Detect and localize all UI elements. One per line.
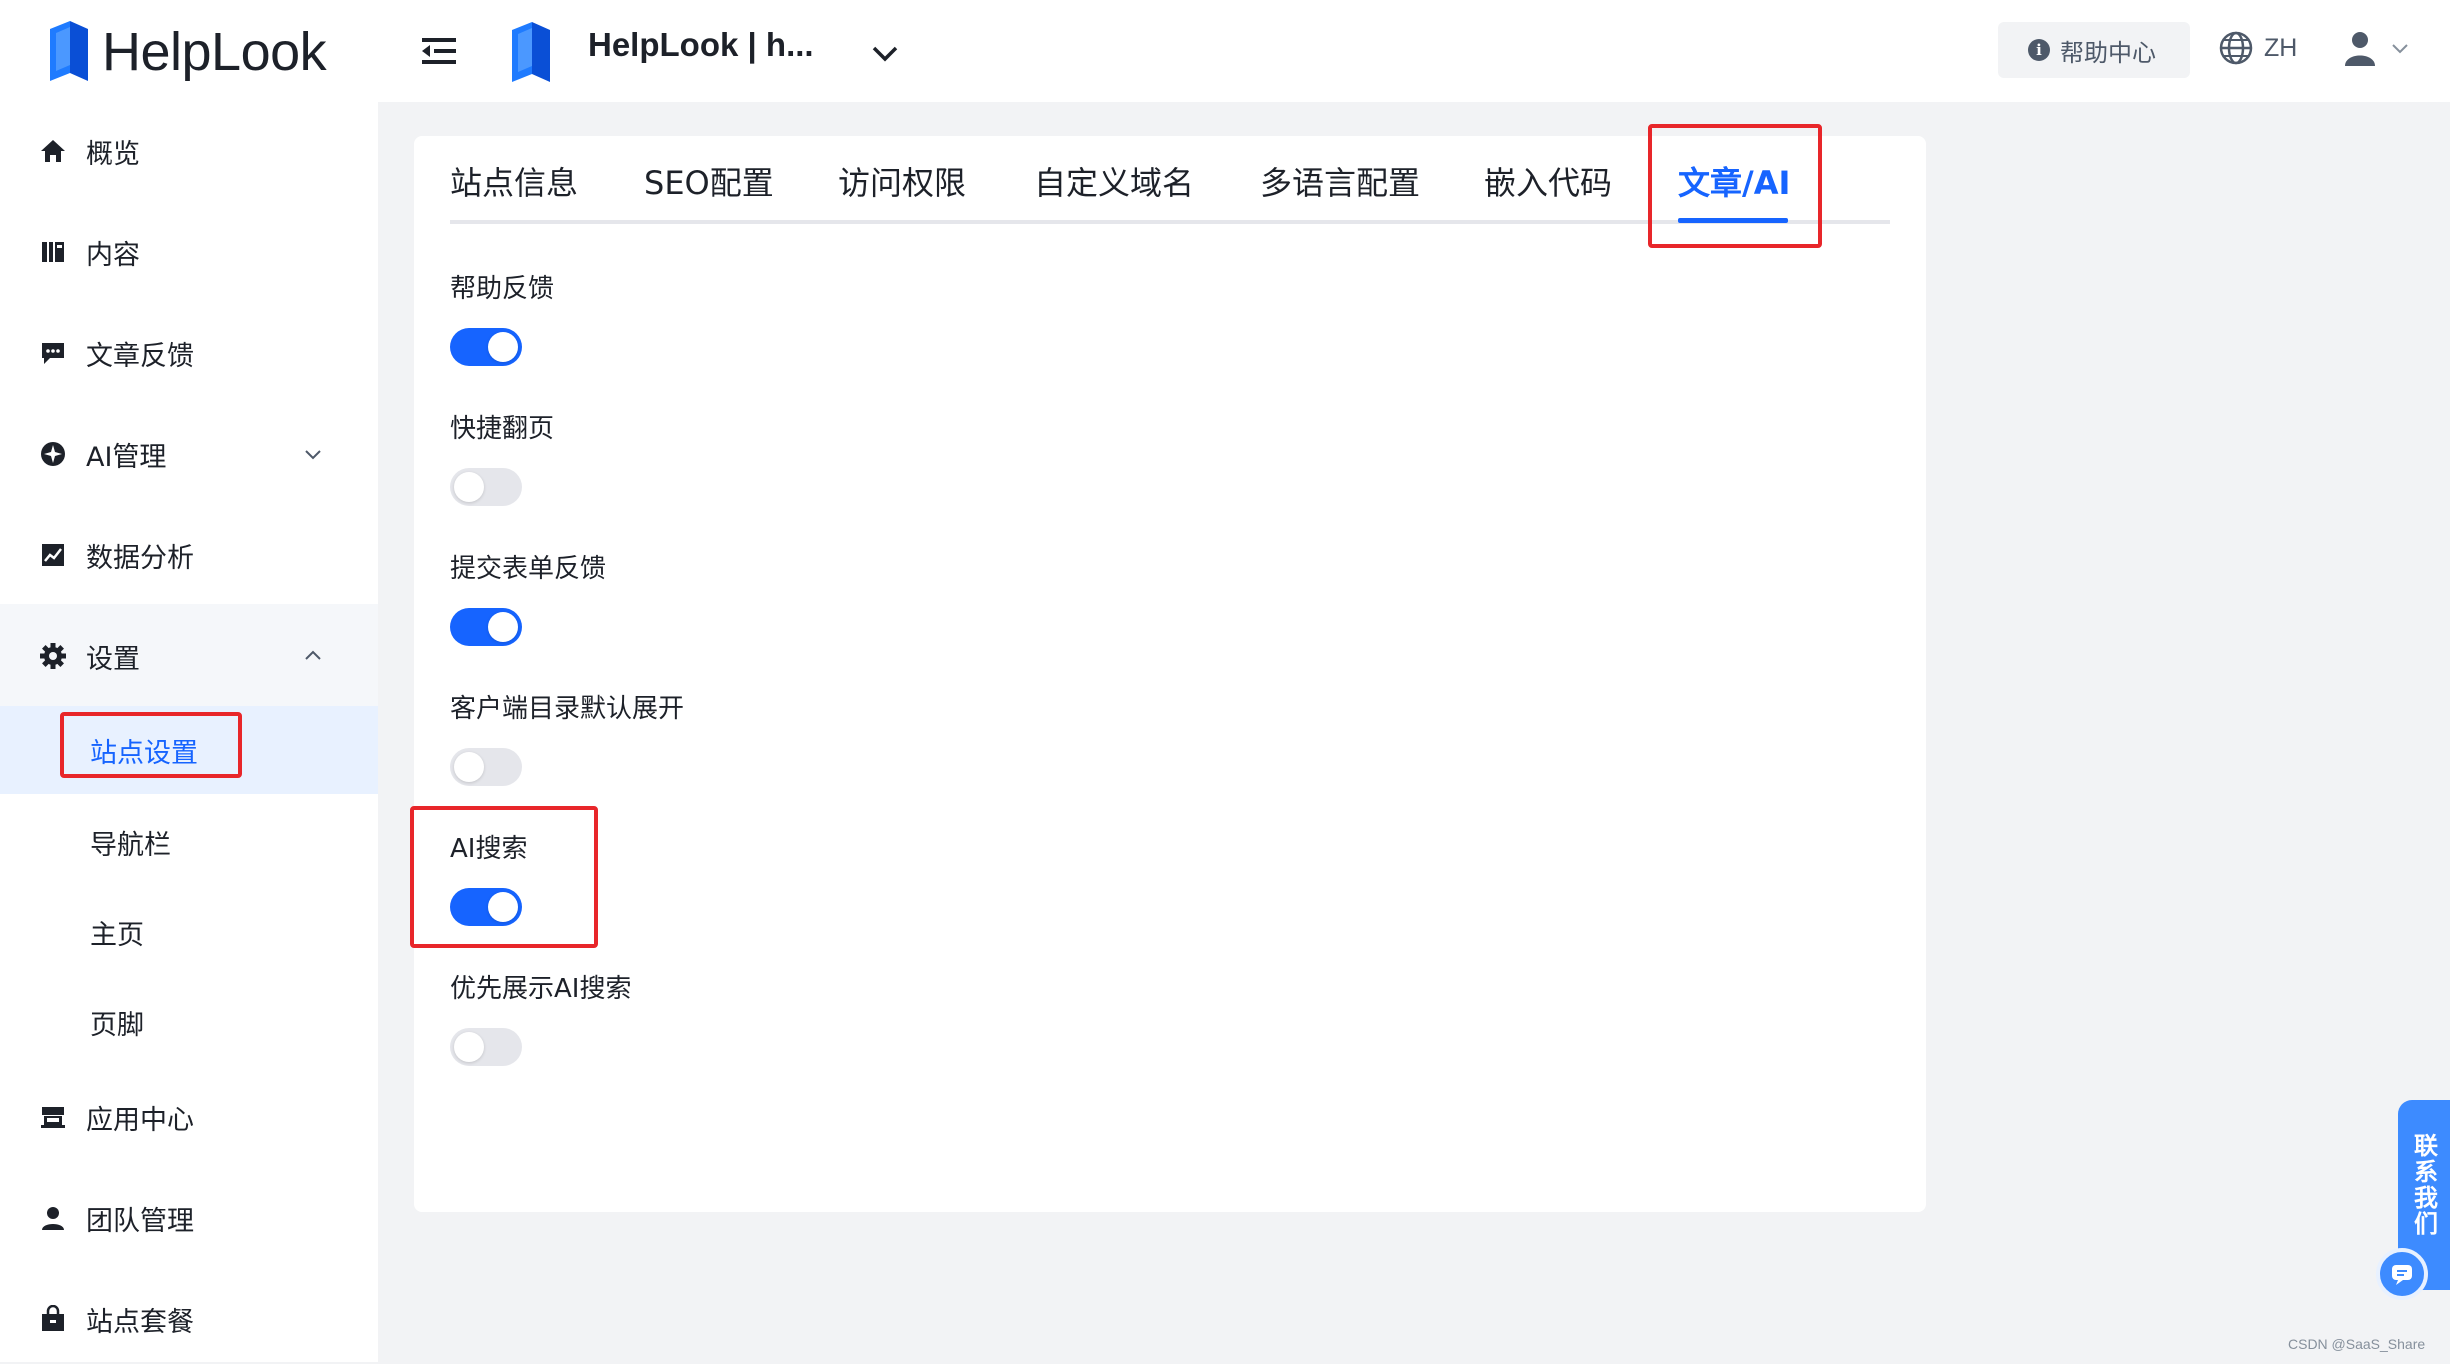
user-menu[interactable] (2340, 28, 2412, 68)
sidebar-subitem-footer[interactable]: 页脚 (0, 978, 378, 1066)
chat-icon (2392, 1265, 2412, 1285)
active-tab-indicator (1678, 218, 1788, 223)
tab-multilingual[interactable]: 多语言配置 (1260, 158, 1420, 224)
setting-label-quick-page: 快捷翻页 (450, 414, 555, 444)
comment-icon (38, 338, 68, 368)
sidebar-item-label: 应用中心 (86, 1104, 194, 1136)
toggle-quick-page[interactable] (450, 468, 522, 506)
sidebar-item-content[interactable]: 内容 (0, 207, 378, 297)
tab-access[interactable]: 访问权限 (838, 158, 966, 224)
site-logo-icon (512, 22, 550, 82)
toggle-knob (454, 1032, 484, 1062)
toggle-knob (488, 332, 518, 362)
chart-icon (38, 540, 68, 570)
menu-collapse-icon[interactable] (420, 32, 458, 70)
sidebar-item-ai[interactable]: AI管理 (0, 409, 378, 499)
chevron-down-icon[interactable] (868, 36, 902, 70)
tab-custom-domain[interactable]: 自定义域名 (1034, 158, 1194, 224)
sidebar-item-analytics[interactable]: 数据分析 (0, 510, 378, 600)
toggle-prefer-ai-search[interactable] (450, 1028, 522, 1066)
sidebar-item-label: 数据分析 (86, 542, 194, 574)
brand-logo[interactable]: HelpLook (46, 16, 327, 88)
settings-tabs: 站点信息 SEO配置 访问权限 自定义域名 多语言配置 嵌入代码 文章/AI (450, 158, 1890, 224)
toggle-knob (454, 752, 484, 782)
gear-icon (38, 641, 68, 671)
sidebar-item-feedback[interactable]: 文章反馈 (0, 308, 378, 398)
sidebar: HelpLook 概览 内容 文章反馈 AI管理 数据分析 设置 站点设置 导航… (0, 0, 378, 1362)
sidebar-subitem-navbar[interactable]: 导航栏 (0, 798, 378, 886)
top-header: HelpLook | h... i 帮助中心 ZH (378, 0, 2450, 102)
sidebar-subitem-label: 站点设置 (90, 737, 198, 769)
chevron-up-icon (305, 650, 321, 660)
tab-seo[interactable]: SEO配置 (644, 158, 774, 224)
setting-label-prefer-ai-search: 优先展示AI搜索 (450, 974, 632, 1004)
info-icon: i (2028, 39, 2050, 61)
setting-label-expand-catalog: 客户端目录默认展开 (450, 694, 685, 724)
chevron-down-icon (2392, 44, 2408, 54)
setting-label-help-feedback: 帮助反馈 (450, 274, 555, 304)
ai-icon (38, 439, 68, 469)
sidebar-item-label: 站点套餐 (86, 1306, 194, 1338)
help-center-label: 帮助中心 (2060, 38, 2156, 67)
sidebar-subitem-label: 导航栏 (90, 829, 171, 861)
toggle-knob (488, 892, 518, 922)
sidebar-subitem-label: 主页 (90, 919, 144, 951)
brand-name: HelpLook (102, 22, 327, 82)
toggle-expand-catalog[interactable] (450, 748, 522, 786)
settings-card: 站点信息 SEO配置 访问权限 自定义域名 多语言配置 嵌入代码 文章/AI 帮… (414, 136, 1926, 1212)
language-switcher[interactable]: ZH (2218, 30, 2297, 66)
sidebar-item-settings[interactable]: 设置 (0, 611, 378, 701)
tab-article-ai[interactable]: 文章/AI (1678, 158, 1790, 224)
sidebar-item-app-center[interactable]: 应用中心 (0, 1072, 378, 1162)
setting-label-ai-search: AI搜索 (450, 834, 528, 864)
sidebar-item-plan[interactable]: 站点套餐 (0, 1274, 378, 1364)
store-icon (38, 1102, 68, 1132)
tab-embed-code[interactable]: 嵌入代码 (1484, 158, 1612, 224)
sidebar-item-label: 团队管理 (86, 1205, 194, 1237)
setting-label-form-feedback: 提交表单反馈 (450, 554, 607, 584)
bag-icon (38, 1304, 68, 1334)
sidebar-subitem-label: 页脚 (90, 1009, 144, 1041)
chevron-down-icon (305, 450, 321, 460)
language-label: ZH (2264, 33, 2298, 62)
home-icon (38, 136, 68, 166)
sidebar-subitem-site-settings[interactable]: 站点设置 (0, 706, 378, 794)
toggle-ai-search[interactable] (450, 888, 522, 926)
sidebar-item-label: 概览 (86, 138, 140, 170)
site-title[interactable]: HelpLook | h... (588, 26, 814, 64)
sidebar-item-label: 内容 (86, 239, 140, 271)
book-icon (38, 237, 68, 267)
avatar-icon (2345, 32, 2375, 66)
sidebar-item-label: 文章反馈 (86, 340, 194, 372)
sidebar-subitem-homepage[interactable]: 主页 (0, 888, 378, 976)
user-icon (38, 1203, 68, 1233)
toggle-form-feedback[interactable] (450, 608, 522, 646)
chat-bubble-icon[interactable] (2376, 1248, 2428, 1300)
globe-icon (2219, 31, 2253, 65)
toggle-help-feedback[interactable] (450, 328, 522, 366)
watermark: CSDN @SaaS_Share (2288, 1336, 2426, 1352)
contact-us-label: 联系我们 (2409, 1133, 2438, 1237)
sidebar-item-label: 设置 (86, 643, 140, 675)
help-center-button[interactable]: i 帮助中心 (1998, 22, 2190, 78)
sidebar-item-overview[interactable]: 概览 (0, 106, 378, 196)
toggle-knob (454, 472, 484, 502)
toggle-knob (488, 612, 518, 642)
sidebar-item-label: AI管理 (86, 441, 167, 473)
sidebar-item-team[interactable]: 团队管理 (0, 1173, 378, 1263)
helplook-logo-icon (50, 21, 88, 81)
tab-site-info[interactable]: 站点信息 (450, 158, 578, 224)
